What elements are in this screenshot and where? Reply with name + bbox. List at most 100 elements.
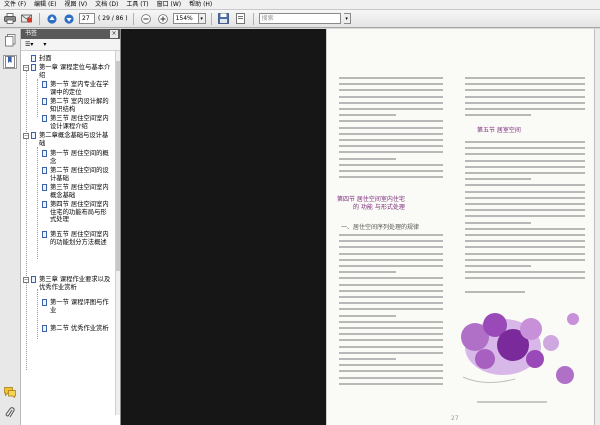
bookmark-section-2-3[interactable]: 第三节 居住空间室内概念基础 <box>50 184 112 199</box>
bookmark-chapter-3[interactable]: 第三章 课程作业要求以及优秀作业赏析 <box>39 276 111 291</box>
bookmark-icon <box>42 81 47 88</box>
collapse-toggle-icon[interactable]: − <box>23 277 29 283</box>
diagram-bubble <box>543 335 559 351</box>
menu-tools[interactable]: 工具 (T) <box>122 0 152 10</box>
text-line <box>339 114 396 117</box>
diagram-bubble <box>526 350 544 368</box>
left-page-blank <box>121 29 326 425</box>
text-line <box>465 190 585 193</box>
bookmark-section-3-1[interactable]: 第一节 课程评图与作业 <box>50 299 112 314</box>
text-line <box>339 345 443 348</box>
menu-document[interactable]: 文档 (D) <box>91 0 122 10</box>
text-line <box>339 271 396 274</box>
figure-caption <box>477 401 547 403</box>
panel-scrollbar[interactable] <box>115 51 120 415</box>
bookmark-section-2-5[interactable]: 第五节 居住空间室内的功能划分方法概述 <box>50 231 112 246</box>
collapse-toggle-icon[interactable]: − <box>23 133 29 139</box>
toolbar-separator <box>252 12 254 25</box>
text-line <box>339 283 443 286</box>
bookmarks-tab[interactable] <box>3 55 17 69</box>
text-line <box>339 120 443 123</box>
bookmark-cover[interactable]: 封面 <box>39 55 109 63</box>
collapse-toggle-icon[interactable]: − <box>23 65 29 71</box>
bookmark-section-2-1[interactable]: 第一节 居住空间的概念 <box>50 150 112 165</box>
text-line <box>339 364 443 367</box>
bookmark-section-1-3[interactable]: 第三节 居住空间室内设计课程介绍 <box>50 115 112 130</box>
search-input[interactable]: 搜索 <box>258 13 341 24</box>
section-heading-continued: 的 功能 与形式处理 <box>353 204 405 211</box>
text-line <box>339 89 443 92</box>
panel-scrollbar-thumb[interactable] <box>116 61 120 271</box>
bookmark-icon <box>42 201 47 208</box>
panel-toolbar: ☰▾ ▾ <box>21 39 120 51</box>
print-button[interactable] <box>3 12 17 25</box>
panel-header: 书签 × <box>21 29 120 39</box>
text-line <box>339 333 443 336</box>
text-line <box>339 246 443 249</box>
bookmark-section-1-2[interactable]: 第二节 室内设计解的知识结构 <box>50 98 112 113</box>
bookmark-section-2-4[interactable]: 第四节 居住空间室内住宅的功能布局与形式处理 <box>50 201 112 224</box>
bookmark-icon <box>42 325 47 332</box>
menu-file[interactable]: 文件 (F) <box>0 0 30 10</box>
comments-icon <box>4 386 16 398</box>
text-line <box>465 153 585 156</box>
bookmark-icon <box>42 299 47 306</box>
text-line <box>465 252 585 255</box>
bookmark-section-3-2[interactable]: 第二节 优秀作业赏析 <box>50 325 112 333</box>
zoom-out-button[interactable] <box>139 12 153 25</box>
options-menu-button[interactable]: ☰▾ <box>25 41 33 48</box>
text-line <box>465 209 585 212</box>
bookmark-chapter-1[interactable]: 第一章 课程定位与基本介绍 <box>39 64 111 79</box>
email-button[interactable] <box>20 12 34 25</box>
text-line <box>339 157 396 160</box>
right-section-heading: 第五节 居室空间 <box>477 127 521 134</box>
text-line <box>339 376 443 379</box>
text-line <box>465 83 585 86</box>
search-dropdown-icon[interactable]: ▾ <box>343 13 351 24</box>
pages-tab[interactable] <box>3 33 17 47</box>
bookmark-chapter-2[interactable]: 第二章概念基础与设计基础 <box>39 132 111 147</box>
text-line <box>465 234 585 236</box>
print-icon <box>4 13 16 24</box>
text-line <box>339 302 443 305</box>
zoom-select[interactable]: 154% ▾ <box>172 13 206 24</box>
email-icon <box>21 14 33 23</box>
text-line <box>465 246 585 249</box>
save-button[interactable] <box>217 12 231 25</box>
prev-page-button[interactable] <box>45 12 59 25</box>
next-page-button[interactable] <box>62 12 76 25</box>
bookmark-section-1-1[interactable]: 第一节 室内专业在学课中的定位 <box>50 81 112 96</box>
zoom-value[interactable]: 154% <box>172 13 199 24</box>
tree-line <box>37 79 38 117</box>
chevron-down-icon[interactable]: ▾ <box>198 13 206 24</box>
bookmark-section-2-2[interactable]: 第二节 居住空间的设计基础 <box>50 167 112 182</box>
text-line <box>465 141 585 143</box>
menu-view[interactable]: 视图 (V) <box>60 0 91 10</box>
panel-title: 书签 <box>25 30 38 37</box>
page-number-input[interactable]: 27 <box>79 13 95 24</box>
text-line <box>339 382 443 385</box>
text-line <box>339 351 443 354</box>
zoom-in-button[interactable] <box>156 12 170 25</box>
fit-page-button[interactable] <box>234 12 248 25</box>
toolbar-separator <box>132 12 134 25</box>
expand-menu-button[interactable]: ▾ <box>43 41 46 48</box>
text-line <box>465 159 585 162</box>
page-number: 27 <box>451 415 459 422</box>
document-area: 第四节 居住空间室内住宅 的 功能 与形式处理 一、居住空间序列处理的规律 第五… <box>121 29 600 425</box>
text-line <box>465 227 585 230</box>
bookmark-icon <box>31 55 36 62</box>
pdf-viewer-window: 文件 (F) 编辑 (E) 视图 (V) 文档 (D) 工具 (T) 窗口 (W… <box>0 0 600 425</box>
menu-edit[interactable]: 编辑 (E) <box>30 0 60 10</box>
diagram-bubble <box>556 366 574 384</box>
menu-window[interactable]: 窗口 (W) <box>153 0 186 10</box>
bookmark-icon <box>31 132 36 139</box>
menu-help[interactable]: 帮助 (H) <box>185 0 216 10</box>
attachments-icon <box>5 407 15 418</box>
bookmark-icon <box>42 167 47 174</box>
bookmark-icon <box>42 184 47 191</box>
document-scrollbar[interactable] <box>594 29 600 425</box>
close-icon[interactable]: × <box>110 30 118 38</box>
comments-tab[interactable] <box>3 385 17 399</box>
attachments-tab[interactable] <box>3 406 17 420</box>
